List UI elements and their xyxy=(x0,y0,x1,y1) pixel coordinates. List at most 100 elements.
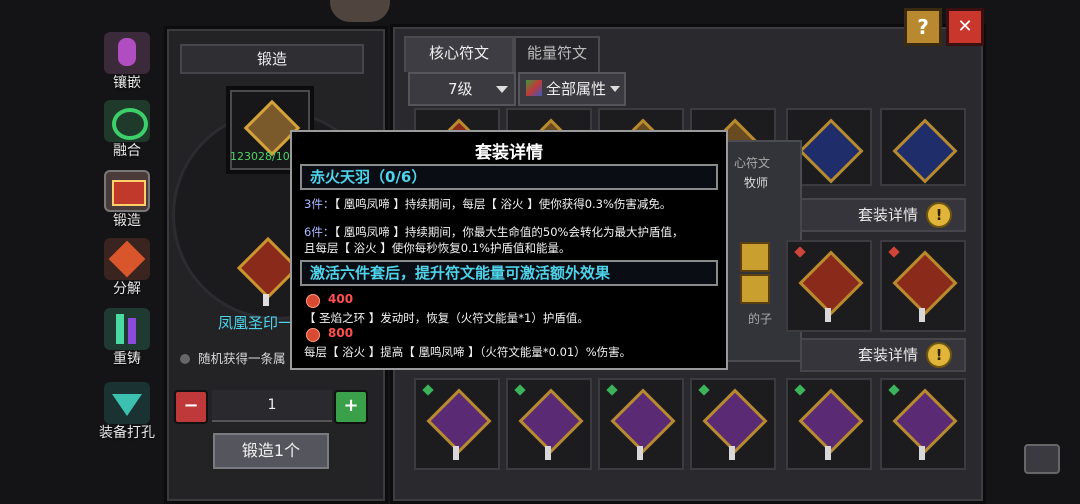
nav-fusion[interactable]: 融合 xyxy=(96,100,158,162)
rune-gem-icon xyxy=(892,250,958,316)
chevron-down-icon xyxy=(496,86,508,93)
rune-gem-icon xyxy=(798,388,864,454)
nav-socket[interactable]: 装备打孔 xyxy=(96,382,158,444)
set-detail-label: 套装详情 xyxy=(857,346,918,364)
material-count: 123028/10 xyxy=(230,150,290,163)
rune-pin-icon xyxy=(263,294,269,306)
rune-gem-icon xyxy=(892,118,958,184)
nav-label: 重铸 xyxy=(113,351,141,367)
rune-slot[interactable] xyxy=(598,378,684,470)
bonus-3-text: 【 凰鸣凤啼 】持续期间，每层【 浴火 】使你获得0.3%伤害减免。 xyxy=(334,197,672,211)
level-value: 7级 xyxy=(448,80,473,98)
rune-gem-icon xyxy=(798,118,864,184)
lock-icon xyxy=(740,242,770,272)
rune-slot[interactable] xyxy=(690,378,776,470)
desc-partial: 的子 xyxy=(748,312,773,326)
help-button[interactable]: ? xyxy=(904,8,942,46)
minus-button[interactable]: − xyxy=(174,390,208,424)
tag-icon xyxy=(606,384,618,396)
quantity-field[interactable]: 1 xyxy=(212,390,332,422)
activate-title: 激活六件套后，提升符文能量可激活额外效果 xyxy=(310,264,611,282)
tier-2-energy: 800 xyxy=(328,326,354,340)
tag-icon xyxy=(888,384,900,396)
pin-icon xyxy=(637,446,643,460)
tab-core-rune[interactable]: 核心符文 xyxy=(404,36,514,72)
nav-forge[interactable]: 锻造 xyxy=(96,170,158,232)
anvil-icon xyxy=(104,170,150,212)
rune-slot[interactable] xyxy=(414,378,500,470)
rune-gem-icon xyxy=(798,250,864,316)
potion-icon xyxy=(104,32,150,74)
level-dropdown[interactable]: 7级 xyxy=(408,72,516,106)
set-detail-label: 套装详情 xyxy=(857,206,918,224)
nav-label: 装备打孔 xyxy=(99,425,155,441)
tag-icon xyxy=(888,246,900,258)
tag-icon xyxy=(422,384,434,396)
tag-icon xyxy=(794,384,806,396)
tab-energy-rune[interactable]: 能量符文 xyxy=(514,36,600,72)
nav-label: 锻造 xyxy=(113,213,141,229)
radio-dot xyxy=(180,354,190,364)
chevron-down-icon xyxy=(610,86,620,92)
nav-label: 分解 xyxy=(113,281,141,297)
rune-gem-icon xyxy=(610,388,676,454)
rune-name: 凤凰圣印一 xyxy=(218,312,293,333)
bonus-3: 3件：【 凰鸣凤啼 】持续期间，每层【 浴火 】使你获得0.3%伤害减免。 xyxy=(304,196,671,212)
chat-icon[interactable] xyxy=(1024,444,1060,474)
forge-button[interactable]: 锻造1个 xyxy=(210,430,332,472)
rune-slot[interactable] xyxy=(506,378,592,470)
fusion-icon xyxy=(104,100,150,142)
core-rune-partial: 心符文 xyxy=(734,156,771,170)
random-note: 随机获得一条属 xyxy=(198,351,286,366)
socket-icon xyxy=(104,382,150,424)
tier-1-text: 【 圣焰之环 】发动时，恢复（火符文能量*1）护盾值。 xyxy=(304,311,589,325)
nav-label: 融合 xyxy=(113,143,141,159)
bonus-6-text: 【 凰鸣凤啼 】持续期间，你最大生命值的50%会转化为最大护盾值， xyxy=(334,225,684,239)
rune-slot[interactable] xyxy=(786,378,872,470)
attribute-value: 全部属性 xyxy=(546,80,607,98)
pin-icon xyxy=(545,446,551,460)
fire-icon xyxy=(306,328,320,342)
rune-name-text: 凤凰圣印 xyxy=(218,314,279,332)
tag-icon xyxy=(514,384,526,396)
nav-inlay[interactable]: 镶嵌 xyxy=(96,32,158,94)
set-detail-bar[interactable]: 套装详情 ! xyxy=(800,338,966,372)
rune-slot[interactable] xyxy=(786,240,872,332)
tier-2-text: 每层【 浴火 】提高【 凰鸣凤啼 】（火符文能量*0.01）%伤害。 xyxy=(304,345,632,359)
color-swatch-icon xyxy=(526,80,542,96)
bonus-6: 6件：【 凰鸣凤啼 】持续期间，你最大生命值的50%会转化为最大护盾值， xyxy=(304,224,683,240)
nav-decompose[interactable]: 分解 xyxy=(96,238,158,300)
close-button[interactable]: ✕ xyxy=(946,8,984,46)
bonus-3-label: 3件： xyxy=(304,197,335,211)
pin-icon xyxy=(729,446,735,460)
set-detail-bar[interactable]: 套装详情 ! xyxy=(800,198,966,232)
crystal-icon xyxy=(104,308,150,350)
rune-slot[interactable] xyxy=(880,108,966,186)
pin-icon xyxy=(825,308,831,322)
tag-icon xyxy=(794,246,806,258)
rune-gem-icon xyxy=(892,388,958,454)
popup-title: 套装详情 xyxy=(475,143,543,163)
set-name: 赤火天羽（0/6） xyxy=(310,168,427,186)
nav-recast[interactable]: 重铸 xyxy=(96,308,158,370)
attribute-dropdown[interactable]: 全部属性 xyxy=(518,72,626,106)
set-detail-popup: 套装详情 赤火天羽（0/6） 3件：【 凰鸣凤啼 】持续期间，每层【 浴火 】使… xyxy=(290,130,728,370)
tier-1-energy: 400 xyxy=(328,292,354,306)
pin-icon xyxy=(919,308,925,322)
forge-panel-title: 锻造 xyxy=(180,44,364,74)
pin-icon xyxy=(919,446,925,460)
pin-icon xyxy=(825,446,831,460)
decompose-icon xyxy=(104,238,150,280)
tag-icon xyxy=(698,384,710,396)
rune-gem-icon xyxy=(702,388,768,454)
rune-gem-icon xyxy=(518,388,584,454)
rune-slot[interactable] xyxy=(880,240,966,332)
bonus-6-label: 6件： xyxy=(304,225,335,239)
rune-gem-icon xyxy=(426,388,492,454)
pin-icon xyxy=(453,446,459,460)
fire-icon xyxy=(306,294,320,308)
activate-bar: 激活六件套后，提升符文能量可激活额外效果 xyxy=(300,260,718,286)
background-character xyxy=(330,0,390,22)
rune-slot[interactable] xyxy=(880,378,966,470)
plus-button[interactable]: + xyxy=(334,390,368,424)
